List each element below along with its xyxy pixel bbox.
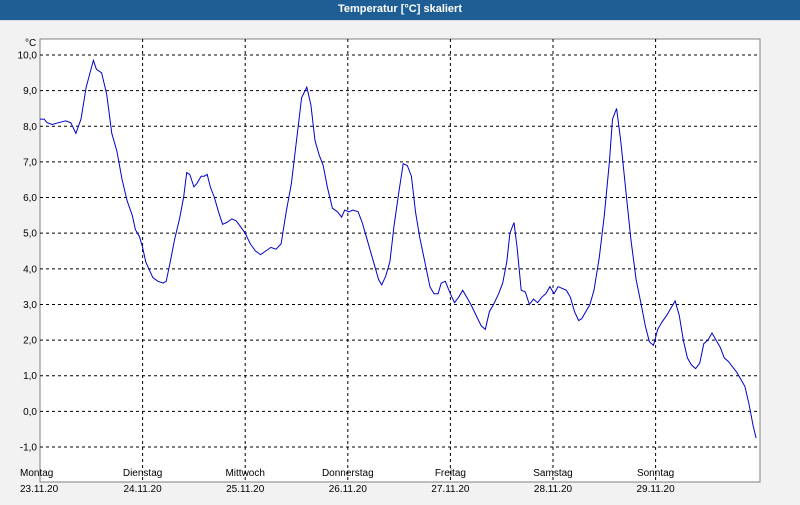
y-tick-label: 6,0 [23, 193, 37, 204]
x-date-label: 24.11.20 [124, 484, 163, 495]
chart-title-bar: Temperatur [°C] skaliert [0, 0, 800, 21]
y-axis-unit-label: °C [25, 38, 36, 49]
x-day-label: Freitag [435, 468, 466, 479]
y-tick-label: 3,0 [23, 300, 37, 311]
x-day-label: Dienstag [123, 468, 162, 479]
x-day-label: Samstag [533, 468, 572, 479]
y-tick-label: 8,0 [23, 122, 37, 133]
y-tick-label: 1,0 [23, 371, 37, 382]
y-axis-ticks: 10,0 9,0 8,0 7,0 6,0 5,0 4,0 3,0 2,0 1,0 0,0 -1,0 [18, 51, 38, 454]
x-date-label: 25.11.20 [226, 484, 265, 495]
x-date-label: 23.11.20 [20, 484, 59, 495]
x-date-label: 27.11.20 [431, 484, 470, 495]
chart-area: 10,0 9,0 8,0 7,0 6,0 5,0 4,0 3,0 2,0 1,0 0,0 -1,0 M… [0, 21, 800, 500]
x-date-label: 29.11.20 [637, 484, 676, 495]
chart-title: Temperatur [°C] skaliert [337, 3, 462, 15]
x-day-label: Sonntag [637, 468, 674, 479]
x-day-label: Donnerstag [322, 468, 374, 479]
y-tick-label: 2,0 [23, 336, 37, 347]
y-tick-label: -1,0 [20, 443, 38, 454]
y-tick-label: 0,0 [23, 407, 37, 418]
plot-background [39, 38, 761, 483]
y-tick-label: 4,0 [23, 264, 37, 275]
y-tick-label: 7,0 [23, 157, 37, 168]
x-day-label: Mittwoch [225, 468, 264, 479]
x-date-label: 28.11.20 [534, 484, 573, 495]
y-tick-label: 5,0 [23, 229, 37, 240]
x-day-label: Montag [20, 468, 53, 479]
x-date-label: 26.11.20 [329, 484, 368, 495]
y-tick-label: 9,0 [23, 86, 37, 97]
y-tick-label: 10,0 [18, 51, 38, 62]
temperature-line-chart: 10,0 9,0 8,0 7,0 6,0 5,0 4,0 3,0 2,0 1,0 0,0 -1,0 M… [18, 38, 761, 495]
